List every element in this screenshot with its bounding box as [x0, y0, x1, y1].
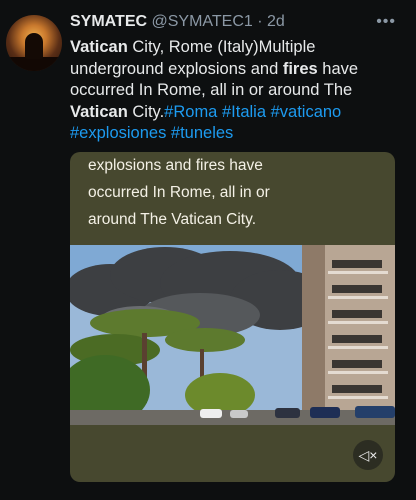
tweet-header: SYMATEC @SYMATEC1 · 2d	[70, 13, 406, 33]
hashtag-link[interactable]: #tuneles	[171, 124, 233, 142]
tweet-text: Vatican City, Rome (Italy)Multiple under…	[70, 37, 400, 145]
caption-line: around The Vatican City.	[88, 211, 257, 228]
caption-line: occurred In Rome, all in or	[88, 184, 270, 201]
timestamp[interactable]: 2d	[267, 13, 285, 30]
mute-icon[interactable]: ◁×	[353, 440, 383, 470]
hashtag-link[interactable]: #vaticano	[271, 103, 342, 121]
video-player[interactable]: explosions and fires have occurred In Ro…	[70, 152, 395, 482]
apartment-building	[302, 245, 395, 425]
text-segment: City.	[127, 102, 165, 121]
tweet[interactable]: SYMATEC @SYMATEC1 · 2d ••• Vatican City,…	[0, 0, 416, 500]
video-frame	[70, 245, 395, 425]
dot-separator: ·	[257, 13, 263, 30]
avatar-ground	[6, 57, 62, 71]
more-icon[interactable]: •••	[376, 13, 396, 31]
text-segment: Vatican	[70, 38, 128, 56]
hashtag-link[interactable]: #Roma	[164, 103, 217, 121]
avatar-dome	[25, 33, 43, 59]
handle[interactable]: @SYMATEC1	[152, 13, 253, 30]
text-segment: Vatican	[70, 102, 128, 121]
text-segment: fires	[282, 59, 318, 78]
video-caption: explosions and fires have occurred In Ro…	[70, 152, 395, 244]
avatar[interactable]	[6, 15, 62, 71]
caption-line: explosions and fires have	[88, 157, 263, 174]
hashtag-link[interactable]: #explosiones	[70, 124, 166, 142]
hashtag-link[interactable]: #Italia	[222, 103, 266, 121]
display-name[interactable]: SYMATEC	[70, 13, 147, 30]
